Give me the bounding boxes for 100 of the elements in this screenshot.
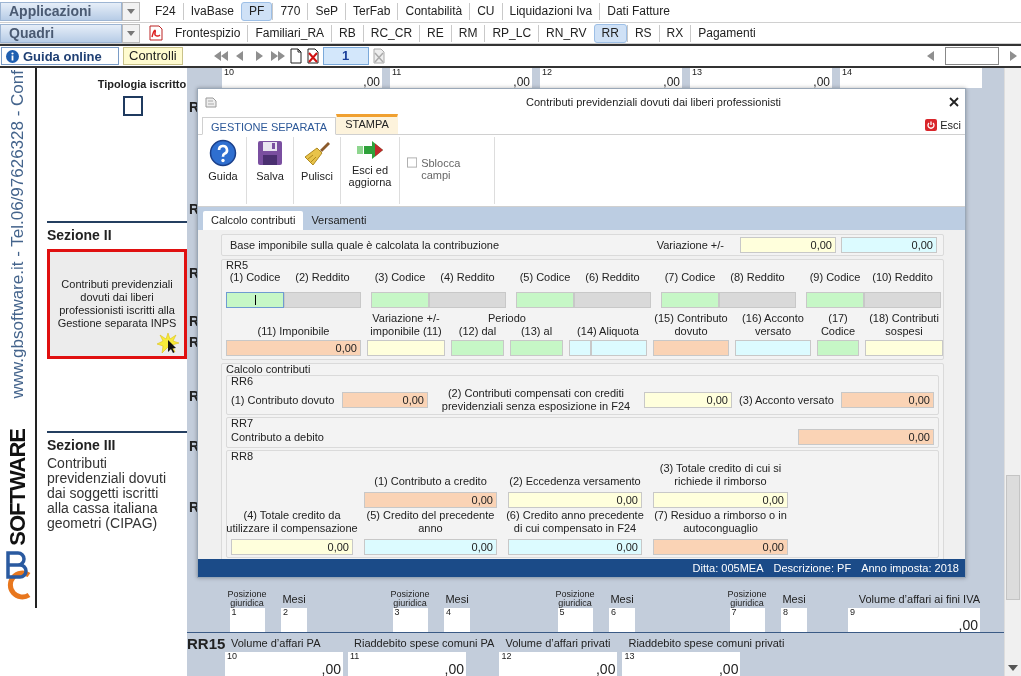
input-field[interactable]: 12 ,00 xyxy=(540,68,682,88)
input-field[interactable]: 1 xyxy=(229,608,265,632)
scroll-down-icon[interactable] xyxy=(1008,664,1018,672)
sections-dropdown[interactable]: Quadri xyxy=(0,23,122,43)
input-field[interactable]: 0,00 xyxy=(653,492,788,508)
input-field[interactable] xyxy=(719,292,796,308)
input-field[interactable]: 5 xyxy=(557,608,593,632)
module-tab[interactable]: PF xyxy=(241,1,273,21)
input-field[interactable]: 14 xyxy=(840,68,982,88)
input-field[interactable]: 0,00 xyxy=(644,392,732,408)
scrollbar-thumb[interactable] xyxy=(1006,475,1020,600)
exit-button[interactable]: Esci xyxy=(925,116,965,134)
input-field[interactable] xyxy=(510,340,563,356)
input-field[interactable] xyxy=(945,47,999,65)
section-tab[interactable]: RN_RV xyxy=(538,24,594,42)
toolbar-button[interactable]: Guida xyxy=(203,137,243,204)
ribbon-tab[interactable]: GESTIONE SEPARATA xyxy=(202,117,337,135)
section-link-box[interactable]: Contributi previdenziali dovuti dai liberi professionisti iscritti alla Gestione separata INPS xyxy=(47,249,187,359)
input-field[interactable]: 10 ,00 xyxy=(222,68,382,88)
toolbar-button[interactable]: Salva xyxy=(250,137,290,204)
ribbon-tab[interactable]: STAMPA xyxy=(336,114,398,134)
input-field[interactable]: 11 ,00 xyxy=(390,68,532,88)
input-field[interactable]: 6 xyxy=(609,608,635,632)
close-icon[interactable] xyxy=(949,97,959,107)
input-field[interactable] xyxy=(284,292,361,308)
input-field[interactable]: 9 ,00 xyxy=(848,608,980,632)
module-tab[interactable]: Dati Fatture xyxy=(599,2,677,20)
input-field[interactable]: 4 xyxy=(444,608,470,632)
input-field[interactable] xyxy=(367,340,445,356)
online-guide-button[interactable]: Guida online xyxy=(1,47,119,65)
section-tab[interactable]: RC_CR xyxy=(362,24,420,42)
module-tab[interactable]: Contabilità xyxy=(397,2,470,20)
scrollbar[interactable] xyxy=(1004,68,1021,676)
module-tab[interactable]: SeP xyxy=(307,2,346,20)
input-field[interactable]: 0,00 xyxy=(740,237,836,253)
input-field[interactable]: 0,00 xyxy=(342,392,428,408)
page-number-field[interactable]: 1 xyxy=(322,47,369,65)
first-page-icon[interactable] xyxy=(212,49,229,63)
section-tab[interactable]: Frontespizio xyxy=(168,24,248,42)
input-field[interactable]: 0,00 xyxy=(508,492,642,508)
section-tab[interactable]: RP_LC xyxy=(484,24,539,42)
input-field[interactable]: 8 xyxy=(781,608,807,632)
module-tab[interactable]: 770 xyxy=(272,2,308,20)
input-field[interactable]: 0,00 xyxy=(841,392,934,408)
input-field[interactable] xyxy=(574,292,651,308)
input-field[interactable] xyxy=(653,340,729,356)
tab[interactable]: Versamenti xyxy=(303,211,375,230)
input-field[interactable] xyxy=(817,340,859,356)
input-field[interactable]: 0,00 xyxy=(364,492,497,508)
section-tab[interactable]: RM xyxy=(450,24,485,42)
module-tab[interactable]: Liquidazioni Iva xyxy=(501,2,600,20)
input-field[interactable]: 0,00 xyxy=(798,429,934,445)
section-tab[interactable]: RS xyxy=(626,24,659,42)
module-tab[interactable]: TerFab xyxy=(345,2,398,20)
input-field[interactable] xyxy=(569,340,591,356)
input-field[interactable]: 13 ,00 xyxy=(690,68,832,88)
controls-button[interactable]: Controlli xyxy=(123,47,183,65)
input-field[interactable]: 0,00 xyxy=(653,539,788,555)
field-label: Posizione giuridica xyxy=(226,590,268,608)
input-field[interactable] xyxy=(516,292,574,308)
module-tab[interactable]: CU xyxy=(469,2,502,20)
input-field[interactable] xyxy=(806,292,864,308)
toolbar-button[interactable]: Pulisci xyxy=(297,137,337,204)
toolbar-button[interactable]: Esci ed aggiorna xyxy=(344,137,396,204)
input-field[interactable]: 0,00 xyxy=(508,539,642,555)
input-field[interactable]: 11 ,00 xyxy=(348,652,466,676)
input-field[interactable] xyxy=(591,340,647,356)
tab[interactable]: Calcolo contributi xyxy=(203,211,304,230)
input-field[interactable]: 0,00 xyxy=(231,539,353,555)
input-field[interactable]: 10 ,00 xyxy=(225,652,343,676)
input-field[interactable] xyxy=(451,340,504,356)
input-field[interactable]: 0,00 xyxy=(364,539,497,555)
input-field[interactable] xyxy=(661,292,719,308)
checkbox[interactable] xyxy=(123,96,143,116)
input-field[interactable] xyxy=(864,292,941,308)
input-field[interactable] xyxy=(735,340,811,356)
input-field[interactable]: 12 ,00 xyxy=(499,652,618,676)
delete-page-icon[interactable] xyxy=(305,48,320,64)
input-field[interactable] xyxy=(865,340,943,356)
unlock-checkbox[interactable]: Sblocca campi xyxy=(403,137,491,204)
input-field[interactable]: 13 ,00 xyxy=(622,652,741,676)
new-page-icon[interactable] xyxy=(288,48,303,64)
section-tab[interactable]: Familiari_RA xyxy=(247,24,332,42)
input-field[interactable]: 7 xyxy=(729,608,765,632)
input-field[interactable]: 0,00 xyxy=(226,340,361,356)
input-field[interactable]: 0,00 xyxy=(841,237,937,253)
input-field[interactable]: 2 xyxy=(281,608,307,632)
input-field[interactable] xyxy=(371,292,429,308)
section-tab[interactable]: RX xyxy=(658,24,691,42)
module-tab[interactable]: F24 xyxy=(148,2,183,20)
input-field[interactable]: 3 xyxy=(392,608,428,632)
input-field[interactable] xyxy=(226,292,284,308)
section-tab[interactable]: RR xyxy=(593,23,627,43)
last-page-icon[interactable] xyxy=(269,49,286,63)
applications-dropdown[interactable]: Applicazioni xyxy=(0,1,122,21)
pdf-icon[interactable] xyxy=(148,25,164,41)
section-tab[interactable]: RE xyxy=(419,24,451,42)
section-tab[interactable]: Pagamenti xyxy=(690,24,763,42)
section-tab[interactable]: RB xyxy=(331,24,363,42)
input-field[interactable] xyxy=(429,292,506,308)
